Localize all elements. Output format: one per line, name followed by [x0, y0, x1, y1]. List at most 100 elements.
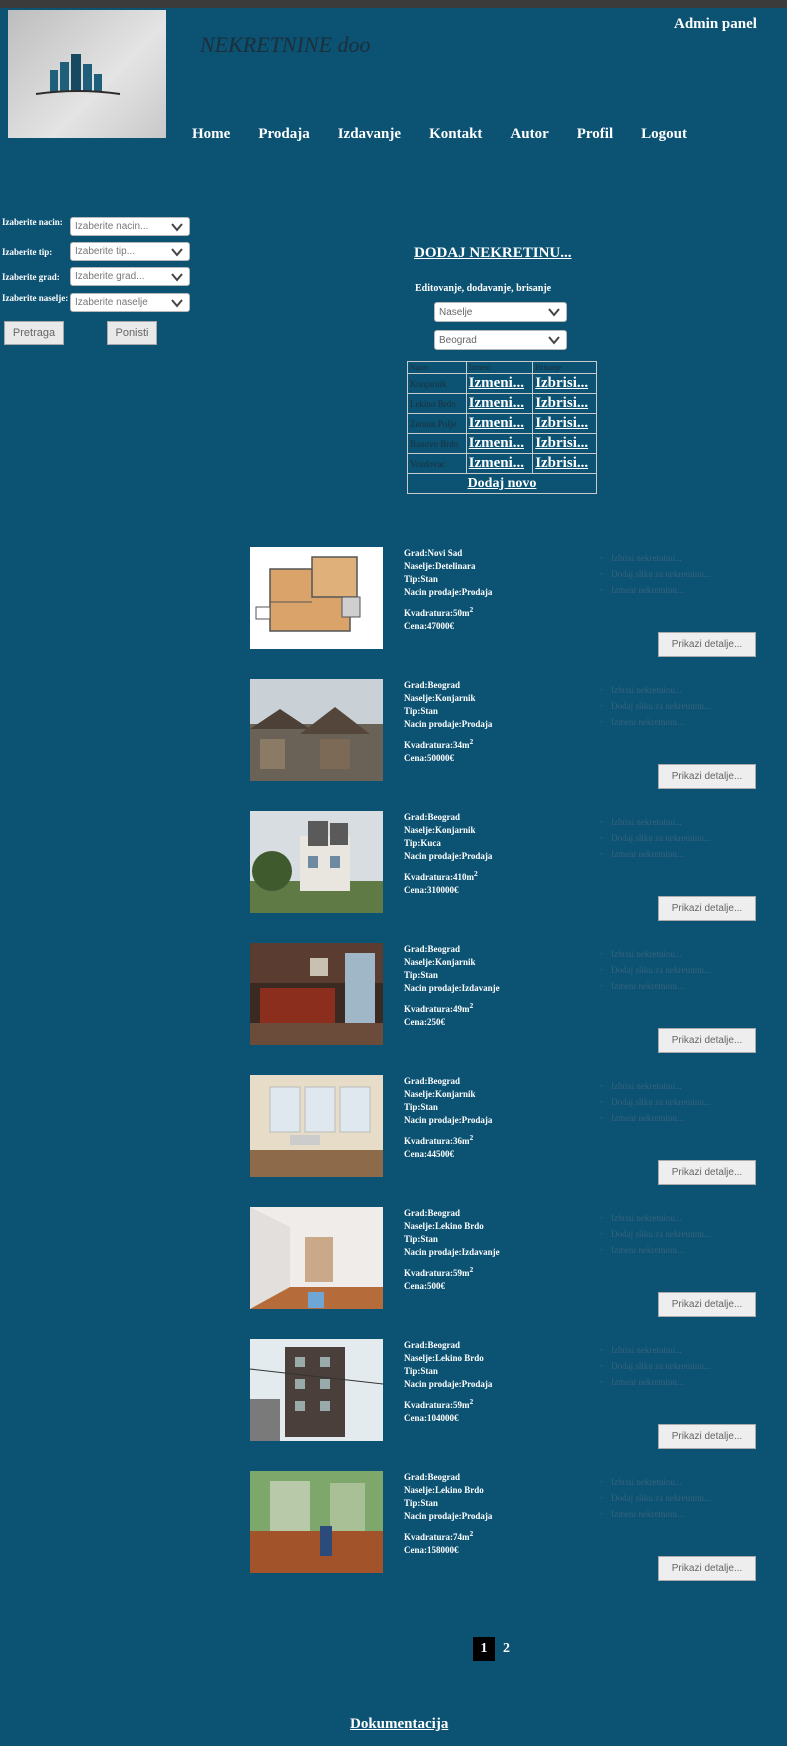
delete-link[interactable]: Izbrisi... [532, 413, 597, 434]
delete-property-link[interactable]: Izbrisi nekretninu... [600, 814, 711, 830]
area-unit-superscript: 2 [469, 737, 474, 746]
admin-panel-link[interactable]: Admin panel [674, 16, 757, 33]
property-photo[interactable] [250, 1471, 383, 1573]
table-row: Lekino Brdo Izmeni... Izbrisi... [407, 393, 597, 414]
filter-select-naselje[interactable]: Izaberite naselje [70, 293, 190, 312]
property-type: Tip:Stan [404, 574, 438, 584]
delete-link[interactable]: Izbrisi... [532, 393, 597, 414]
property-photo[interactable] [250, 1207, 383, 1309]
add-photo-link[interactable]: Dodaj sliku za nekretninu... [600, 962, 710, 978]
edit-property-link[interactable]: Izmeni nekretninu... [600, 714, 711, 730]
filter-select-nacin[interactable]: Izaberite nacin... [70, 217, 190, 236]
property-photo[interactable] [250, 811, 383, 913]
add-photo-link[interactable]: Dodaj sliku za nekretninu... [600, 566, 710, 582]
add-photo-link[interactable]: Dodaj sliku za nekretninu... [600, 1226, 710, 1242]
property-price: Cena:44500€ [404, 1149, 454, 1159]
delete-property-link[interactable]: Izbrisi nekretninu... [600, 682, 711, 698]
edit-property-link[interactable]: Izmeni nekretninu... [600, 1242, 711, 1258]
delete-property-link[interactable]: Izbrisi nekretninu... [600, 550, 711, 566]
show-details-button[interactable]: Prikazi detalje... [658, 632, 756, 657]
page-next[interactable]: 2 [503, 1641, 510, 1657]
chevron-down-icon [171, 273, 183, 282]
search-button[interactable]: Pretraga [4, 321, 64, 345]
reset-button[interactable]: Ponisti [107, 321, 157, 345]
edit-property-link[interactable]: Izmeni nekretninu... [600, 978, 711, 994]
add-photo-link[interactable]: Dodaj sliku za nekretninu... [600, 1358, 710, 1374]
edit-property-link[interactable]: Izmeni nekretninu... [600, 846, 711, 862]
admin-col-name: Naziv [407, 361, 467, 374]
edit-property-link[interactable]: Izmeni nekretninu... [600, 1374, 711, 1390]
delete-link[interactable]: Izbrisi... [532, 373, 597, 394]
delete-link[interactable]: Izbrisi... [532, 433, 597, 454]
property-options: Izbrisi nekretninu...Dodaj sliku za nekr… [600, 946, 711, 994]
admin-select-city[interactable]: Beograd [434, 330, 567, 350]
chevron-down-icon [171, 248, 183, 257]
show-details-button[interactable]: Prikazi detalje... [658, 1028, 756, 1053]
property-info: Grad:Beograd Naselje:Konjarnik Tip:Stan Nac… [404, 1075, 554, 1161]
show-details-button[interactable]: Prikazi detalje... [658, 1556, 756, 1581]
property-photo[interactable] [250, 1339, 383, 1441]
add-property-link[interactable]: DODAJ NEKRETINU... [414, 245, 572, 262]
documentation-link[interactable]: Dokumentacija [350, 1716, 448, 1733]
filter-select-grad[interactable]: Izaberite grad... [70, 267, 190, 286]
add-photo-link[interactable]: Dodaj sliku za nekretninu... [600, 830, 710, 846]
add-new-link[interactable]: Dodaj novo [407, 473, 597, 494]
edit-link[interactable]: Izmeni... [465, 393, 534, 414]
nav-logout[interactable]: Logout [641, 126, 687, 143]
add-photo-link[interactable]: Dodaj sliku za nekretninu... [600, 1490, 710, 1506]
nav-kontakt[interactable]: Kontakt [429, 126, 482, 143]
delete-property-link[interactable]: Izbrisi nekretninu... [600, 1210, 711, 1226]
area-unit-superscript: 2 [469, 1001, 474, 1010]
list-item: Grad:Beograd Naselje:Lekino Brdo Tip:Stan N… [0, 1471, 787, 1601]
delete-property-link[interactable]: Izbrisi nekretninu... [600, 946, 711, 962]
edit-link[interactable]: Izmeni... [465, 413, 534, 434]
property-neighborhood: Naselje:Konjarnik [404, 825, 476, 835]
property-sale-type: Nacin prodaje:Prodaja [404, 1511, 493, 1521]
delete-link[interactable]: Izbrisi... [532, 453, 597, 474]
edit-link[interactable]: Izmeni... [465, 433, 534, 454]
show-details-button[interactable]: Prikazi detalje... [658, 1424, 756, 1449]
property-photo[interactable] [250, 547, 383, 649]
delete-property-link[interactable]: Izbrisi nekretninu... [600, 1078, 711, 1094]
property-area-value: Kvadratura:59m [404, 1268, 470, 1278]
delete-property-link[interactable]: Izbrisi nekretninu... [600, 1342, 711, 1358]
admin-col-delete: Brisanje [532, 361, 597, 374]
logo[interactable] [8, 10, 166, 138]
show-details-button[interactable]: Prikazi detalje... [658, 896, 756, 921]
edit-property-link[interactable]: Izmeni nekretninu... [600, 582, 711, 598]
filter-select-tip[interactable]: Izaberite tip... [70, 242, 190, 261]
nav-prodaja[interactable]: Prodaja [258, 126, 309, 143]
show-details-button[interactable]: Prikazi detalje... [658, 764, 756, 789]
property-neighborhood: Naselje:Lekino Brdo [404, 1221, 484, 1231]
edit-link[interactable]: Izmeni... [465, 373, 534, 394]
property-photo[interactable] [250, 679, 383, 781]
property-city: Grad:Beograd [404, 1208, 460, 1218]
property-photo[interactable] [250, 943, 383, 1045]
property-area-value: Kvadratura:59m [404, 1400, 470, 1410]
property-type: Tip:Stan [404, 1102, 438, 1112]
add-photo-link[interactable]: Dodaj sliku za nekretninu... [600, 698, 710, 714]
page-current[interactable]: 1 [473, 1637, 495, 1661]
property-sale-type: Nacin prodaje:Izdavanje [404, 983, 500, 993]
area-unit-superscript: 2 [469, 1397, 474, 1406]
show-details-button[interactable]: Prikazi detalje... [658, 1160, 756, 1185]
property-area: Kvadratura:34m2 [404, 735, 554, 752]
show-details-button[interactable]: Prikazi detalje... [658, 1292, 756, 1317]
add-photo-link[interactable]: Dodaj sliku za nekretninu... [600, 1094, 710, 1110]
table-row: Dodaj novo [407, 473, 597, 494]
property-info: Grad:Novi Sad Naselje:Detelinara Tip:Stan N… [404, 547, 554, 633]
nav-izdavanje[interactable]: Izdavanje [338, 126, 401, 143]
nav-autor[interactable]: Autor [510, 126, 548, 143]
property-area-value: Kvadratura:50m [404, 608, 470, 618]
delete-property-link[interactable]: Izbrisi nekretninu... [600, 1474, 711, 1490]
property-photo[interactable] [250, 1075, 383, 1177]
edit-link[interactable]: Izmeni... [465, 453, 534, 474]
property-sale-type: Nacin prodaje:Izdavanje [404, 1247, 500, 1257]
main-nav: Home Prodaja Izdavanje Kontakt Autor Pro… [192, 126, 715, 143]
edit-property-link[interactable]: Izmeni nekretninu... [600, 1506, 711, 1522]
edit-property-link[interactable]: Izmeni nekretninu... [600, 1110, 711, 1126]
nav-home[interactable]: Home [192, 126, 230, 143]
area-unit-superscript: 2 [469, 1529, 474, 1538]
admin-select-type[interactable]: Naselje [434, 302, 567, 322]
nav-profil[interactable]: Profil [577, 126, 613, 143]
